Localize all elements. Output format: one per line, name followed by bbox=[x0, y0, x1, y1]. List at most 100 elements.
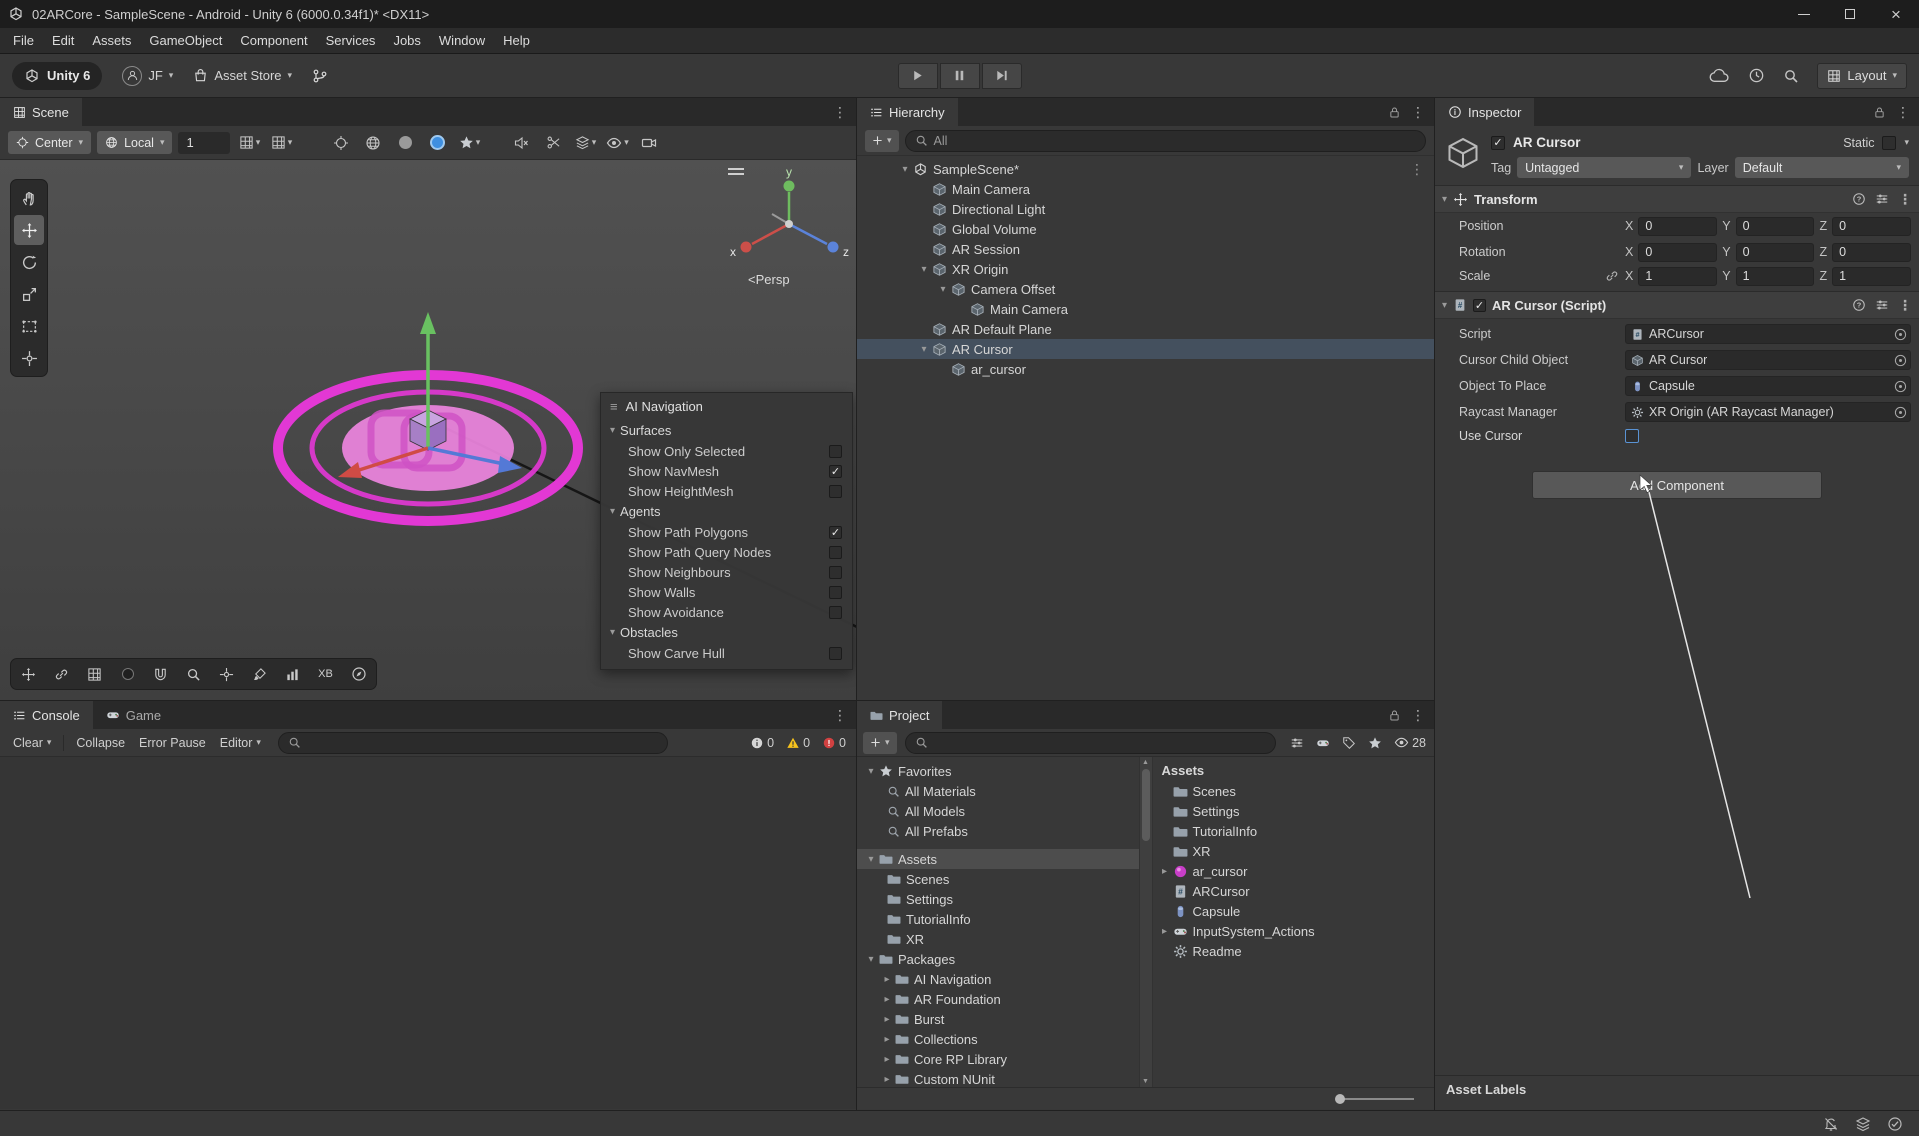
lock-icon[interactable] bbox=[1873, 106, 1886, 119]
favorite-all-materials[interactable]: All Materials bbox=[857, 781, 1139, 801]
show-avoidance-checkbox[interactable] bbox=[829, 605, 842, 619]
show-path-query-nodes-checkbox[interactable] bbox=[829, 545, 842, 559]
pivot-dropdown[interactable]: Center ▾ bbox=[8, 131, 92, 154]
layer-dropdown[interactable]: Default ▾ bbox=[1734, 157, 1909, 178]
expander-icon[interactable]: ▾ bbox=[916, 344, 932, 355]
hierarchy-menu-icon[interactable]: ⋮ bbox=[1411, 104, 1425, 121]
menu-services[interactable]: Services bbox=[317, 29, 385, 52]
inspector-menu-icon[interactable]: ⋮ bbox=[1896, 104, 1910, 121]
tab-console[interactable]: Console bbox=[0, 701, 93, 729]
agents-section[interactable]: ▾ Agents bbox=[601, 501, 852, 522]
show-neighbours-checkbox[interactable] bbox=[829, 565, 842, 579]
version-control-button[interactable] bbox=[312, 68, 328, 84]
cursor-child-object-field[interactable]: AR Cursor bbox=[1625, 350, 1911, 370]
pause-button[interactable] bbox=[939, 62, 980, 89]
save-search-button[interactable] bbox=[1362, 731, 1388, 755]
effects-toggle[interactable] bbox=[424, 131, 450, 155]
lock-icon[interactable] bbox=[1388, 709, 1401, 722]
search-by-type-button[interactable] bbox=[1284, 731, 1310, 755]
folder-xr[interactable]: XR bbox=[857, 929, 1139, 949]
footer-move-button[interactable] bbox=[13, 661, 44, 687]
skybox-toggle[interactable] bbox=[360, 131, 386, 155]
tag-dropdown[interactable]: Untagged ▾ bbox=[1517, 157, 1692, 178]
hidden-count[interactable]: 28 bbox=[1394, 735, 1426, 750]
scroll-up-icon[interactable]: ▲ bbox=[1142, 759, 1149, 766]
package-ar-foundation[interactable]: ▸ AR Foundation bbox=[857, 989, 1139, 1009]
show-carve-hull-checkbox[interactable] bbox=[829, 646, 842, 660]
hierarchy-row-ar-cursor-child[interactable]: ar_cursor bbox=[857, 359, 1434, 379]
asset-capsule[interactable]: Capsule bbox=[1153, 901, 1435, 921]
menu-window[interactable]: Window bbox=[430, 29, 494, 52]
tab-project[interactable]: Project bbox=[857, 701, 943, 729]
foldout-icon[interactable]: ▾ bbox=[1442, 194, 1447, 205]
editor-dropdown[interactable]: Editor ▾ bbox=[213, 733, 268, 753]
scene-viewport[interactable]: y x z <Persp ≡ AI Navigation ▾ Surfaces … bbox=[0, 160, 856, 700]
expander-icon[interactable]: ▸ bbox=[879, 1034, 895, 1045]
favorites-root[interactable]: ▾ Favorites bbox=[857, 761, 1139, 781]
project-search-input[interactable] bbox=[904, 731, 1277, 754]
package-burst[interactable]: ▸ Burst bbox=[857, 1009, 1139, 1029]
hierarchy-row-ar-cursor[interactable]: ▾ AR Cursor bbox=[857, 339, 1434, 359]
hand-tool[interactable] bbox=[14, 183, 44, 213]
transform-tool[interactable] bbox=[14, 343, 44, 373]
info-count[interactable]: 0 bbox=[750, 736, 774, 750]
camera-settings-button[interactable] bbox=[636, 131, 662, 155]
unity-version-badge[interactable]: Unity 6 bbox=[12, 61, 103, 90]
raycast-manager-field[interactable]: XR Origin (AR Raycast Manager) bbox=[1625, 402, 1911, 422]
script-object-field[interactable]: ARCursor bbox=[1625, 324, 1911, 344]
asset-ar-cursor-prefab[interactable]: ▸ ar_cursor bbox=[1153, 861, 1435, 881]
show-heightmesh-checkbox[interactable] bbox=[829, 484, 842, 498]
lock-icon[interactable] bbox=[1388, 106, 1401, 119]
clear-button[interactable]: Clear ▾ bbox=[6, 733, 58, 753]
footer-grid-button[interactable] bbox=[79, 661, 110, 687]
object-picker-icon[interactable] bbox=[1894, 354, 1907, 367]
hierarchy-row-main-camera-child[interactable]: Main Camera bbox=[857, 299, 1434, 319]
error-count[interactable]: 0 bbox=[822, 736, 846, 750]
tab-hierarchy[interactable]: Hierarchy bbox=[857, 98, 958, 126]
gizmos-toggle[interactable] bbox=[328, 131, 354, 155]
scale-z-input[interactable]: 1 bbox=[1832, 266, 1911, 286]
lighting-toggle[interactable] bbox=[392, 131, 418, 155]
use-cursor-checkbox[interactable] bbox=[1625, 429, 1639, 443]
asset-arcursor-script[interactable]: ARCursor bbox=[1153, 881, 1435, 901]
move-tool[interactable] bbox=[14, 215, 44, 245]
show-walls-checkbox[interactable] bbox=[829, 585, 842, 599]
asset-labels-section[interactable]: Asset Labels bbox=[1435, 1075, 1919, 1102]
component-menu-icon[interactable]: ⋮ bbox=[1898, 191, 1912, 208]
hierarchy-row-global-volume[interactable]: Global Volume bbox=[857, 219, 1434, 239]
footer-magnet-button[interactable] bbox=[145, 661, 176, 687]
obstacles-section[interactable]: ▾ Obstacles bbox=[601, 622, 852, 643]
assets-root[interactable]: ▾ Assets bbox=[857, 849, 1139, 869]
scene-options-icon[interactable]: ⋮ bbox=[1410, 161, 1424, 178]
asset-xr[interactable]: XR bbox=[1153, 841, 1435, 861]
menu-gameobject[interactable]: GameObject bbox=[140, 29, 231, 52]
asset-scenes[interactable]: Scenes bbox=[1153, 781, 1435, 801]
thumbnail-zoom-slider[interactable] bbox=[1335, 1093, 1414, 1104]
add-component-button[interactable]: Add Component bbox=[1532, 471, 1822, 499]
rotation-z-input[interactable]: 0 bbox=[1832, 242, 1911, 262]
perspective-label[interactable]: <Persp bbox=[748, 272, 790, 287]
packages-root[interactable]: ▾ Packages bbox=[857, 949, 1139, 969]
foldout-icon[interactable]: ▾ bbox=[1442, 300, 1447, 311]
search-by-label-button[interactable] bbox=[1336, 731, 1362, 755]
notifications-muted-icon[interactable] bbox=[1823, 1116, 1839, 1132]
presets-icon[interactable] bbox=[1875, 298, 1889, 312]
package-core-rp-library[interactable]: ▸ Core RP Library bbox=[857, 1049, 1139, 1069]
collapse-button[interactable]: Collapse bbox=[69, 733, 132, 753]
search-icon[interactable] bbox=[1783, 68, 1799, 84]
position-y-input[interactable]: 0 bbox=[1735, 216, 1815, 236]
gameobject-name[interactable]: AR Cursor bbox=[1513, 135, 1835, 150]
hierarchy-row-ar-default-plane[interactable]: AR Default Plane bbox=[857, 319, 1434, 339]
static-checkbox[interactable] bbox=[1882, 135, 1897, 150]
menu-component[interactable]: Component bbox=[231, 29, 316, 52]
menu-edit[interactable]: Edit bbox=[43, 29, 83, 52]
footer-link-button[interactable] bbox=[46, 661, 77, 687]
asset-settings[interactable]: Settings bbox=[1153, 801, 1435, 821]
scale-tool[interactable] bbox=[14, 279, 44, 309]
folder-scenes[interactable]: Scenes bbox=[857, 869, 1139, 889]
constrain-proportions-icon[interactable] bbox=[1605, 269, 1619, 283]
ar-cursor-script-header[interactable]: ▾ AR Cursor (Script) ⋮ bbox=[1435, 291, 1919, 319]
hierarchy-search-input[interactable]: All bbox=[904, 129, 1426, 152]
scene-menu-icon[interactable]: ⋮ bbox=[833, 104, 847, 121]
rotation-y-input[interactable]: 0 bbox=[1735, 242, 1815, 262]
